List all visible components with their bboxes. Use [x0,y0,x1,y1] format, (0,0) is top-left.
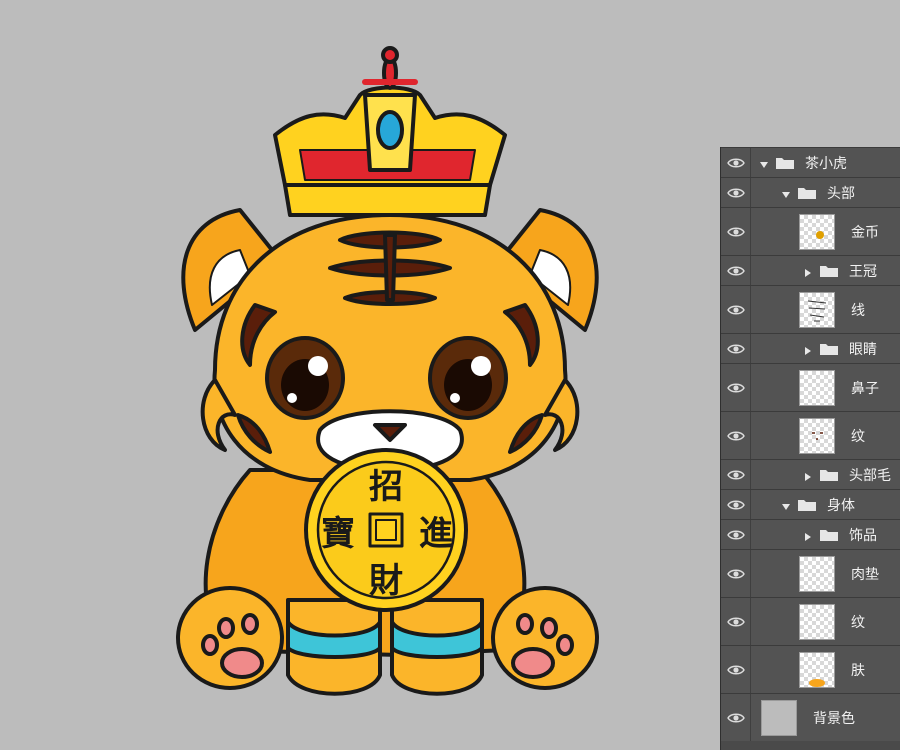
coin-char-bottom: 財 [369,561,403,601]
layers-panel: 茶小虎 头部 金币 王冠线眼睛 鼻子纹头部毛 身体 饰品 肉垫纹肤背景色 [720,147,900,750]
expand-triangle-right-icon[interactable] [803,470,813,481]
layer-name: 线 [851,302,865,319]
transparent-thumbnail [799,603,835,640]
expand-triangle-down-icon[interactable] [781,188,791,198]
layer-name: 纹 [851,428,865,445]
visibility-eye-icon[interactable] [721,286,751,333]
layer-name: 眼睛 [849,341,877,358]
expand-triangle-right-icon[interactable] [803,344,813,355]
layer-row[interactable]: 线 [721,285,900,333]
layer-name: 王冠 [849,263,877,280]
layer-row[interactable]: 肤 [721,645,900,693]
layer-row[interactable]: 头部 [721,177,900,207]
layer-name: 肉垫 [851,566,879,583]
lineart-thumbnail [799,291,835,328]
folder-icon [775,156,795,170]
visibility-eye-icon[interactable] [721,646,751,693]
visibility-eye-icon[interactable] [721,364,751,411]
coin-char-top: 招 [369,467,403,507]
folder-icon [819,528,839,542]
coin-char-left: 寶 [321,514,355,554]
visibility-eye-icon[interactable] [721,490,751,519]
folder-icon [819,342,839,356]
skin-thumbnail [799,651,835,688]
layer-name: 饰品 [849,527,877,544]
tiger-artwork: 招 財 寶 進 [176,46,599,696]
layer-name: 金币 [851,224,879,241]
layer-name: 鼻子 [851,380,879,397]
layer-row[interactable]: 茶小虎 [721,147,900,177]
folder-icon [797,498,817,512]
visibility-eye-icon[interactable] [721,550,751,597]
background-thumbnail [761,699,797,736]
layer-name: 头部 [827,185,855,202]
layer-row[interactable]: 鼻子 [721,363,900,411]
visibility-eye-icon[interactable] [721,178,751,207]
coin-thumbnail [799,213,835,250]
visibility-eye-icon[interactable] [721,148,751,177]
expand-triangle-right-icon[interactable] [803,530,813,541]
visibility-eye-icon[interactable] [721,460,751,489]
layer-name: 背景色 [813,710,855,727]
layer-name: 纹 [851,614,865,631]
layer-row[interactable]: 纹 [721,597,900,645]
stripes-thumbnail [799,417,835,454]
crown-gem [376,110,404,150]
layer-name: 头部毛 [849,467,891,484]
visibility-eye-icon[interactable] [721,256,751,285]
crown-base [283,183,492,217]
layer-row[interactable]: 背景色 [721,693,900,741]
layer-row[interactable]: 头部毛 [721,459,900,489]
canvas[interactable]: 招 財 寶 進 [0,0,720,750]
layer-row[interactable]: 肉垫 [721,549,900,597]
visibility-eye-icon[interactable] [721,412,751,459]
layer-row[interactable]: 纹 [721,411,900,459]
visibility-eye-icon[interactable] [721,208,751,255]
layer-row[interactable]: 王冠 [721,255,900,285]
layer-name: 身体 [827,497,855,514]
layer-name: 茶小虎 [805,155,847,172]
expand-triangle-down-icon[interactable] [781,500,791,510]
visibility-eye-icon[interactable] [721,694,751,741]
layer-row[interactable]: 眼睛 [721,333,900,363]
visibility-eye-icon[interactable] [721,334,751,363]
layer-row[interactable]: 金币 [721,207,900,255]
visibility-eye-icon[interactable] [721,520,751,549]
layer-row[interactable]: 饰品 [721,519,900,549]
folder-icon [819,264,839,278]
folder-icon [797,186,817,200]
expand-triangle-right-icon[interactable] [803,266,813,277]
folder-icon [819,468,839,482]
coin-char-right: 進 [419,514,453,554]
transparent-thumbnail [799,369,835,406]
visibility-eye-icon[interactable] [721,598,751,645]
transparent-thumbnail [799,555,835,592]
layer-row[interactable]: 身体 [721,489,900,519]
expand-triangle-down-icon[interactable] [759,158,769,168]
layer-name: 肤 [851,662,865,679]
